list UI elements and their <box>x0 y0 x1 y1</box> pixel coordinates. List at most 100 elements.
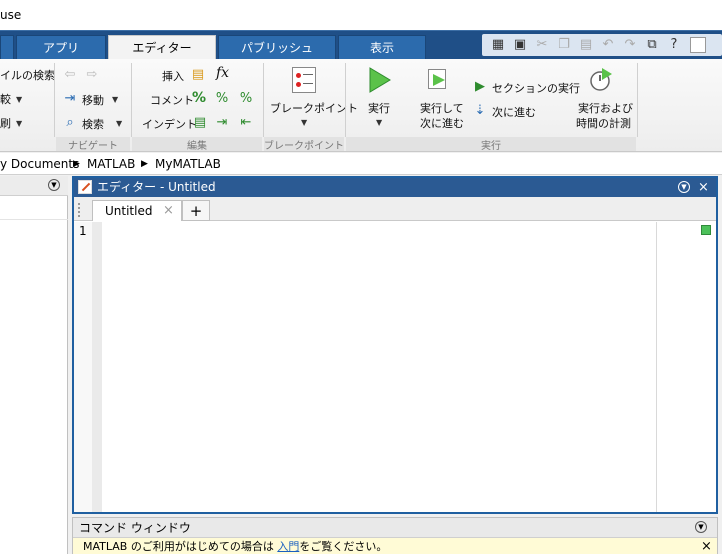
command-window: コマンド ウィンドウ ▼ MATLAB のご利用がはじめての場合は 入門をご覧く… <box>72 517 718 554</box>
tab-label: アプリ <box>42 41 79 55</box>
run-section-button[interactable]: セクションの実行 <box>492 80 580 96</box>
run-advance-label-2[interactable]: 次に進む <box>420 115 464 131</box>
find-button[interactable]: 検索 <box>82 116 104 132</box>
command-window-menu-icon[interactable]: ▼ <box>695 521 707 533</box>
paste-icon[interactable]: ▤ <box>578 37 594 53</box>
quick-access-toolbar: ▦ ▣ ✂ ❐ ▤ ↶ ↷ ⧉ ? <box>482 34 722 56</box>
group-separator <box>345 63 346 137</box>
decrease-indent-icon[interactable]: ⇤ <box>238 115 254 131</box>
switch-window-icon[interactable]: ⧉ <box>644 37 660 53</box>
tab-label: 表示 <box>369 41 394 55</box>
tab-publish[interactable]: パブリッシュ <box>218 35 336 59</box>
tab-editor[interactable]: エディター <box>108 35 216 60</box>
group-separator <box>263 63 264 137</box>
tab-apps[interactable]: アプリ <box>16 35 106 59</box>
navigate-group-label: ナビゲート <box>56 137 130 152</box>
run-time-label-2[interactable]: 時間の計測 <box>576 115 631 131</box>
tab-view[interactable]: 表示 <box>338 35 426 59</box>
advance-button[interactable]: 次に進む <box>492 104 536 120</box>
save-icon[interactable]: ▣ <box>512 37 528 53</box>
path-separator-icon[interactable]: ▶ <box>141 153 148 175</box>
tab-drag-handle-icon[interactable] <box>78 203 80 217</box>
search-icon: ⌕ <box>66 115 74 130</box>
insert-section-icon[interactable]: ▤ <box>190 67 206 83</box>
run-and-time-icon[interactable] <box>588 66 614 92</box>
path-segment[interactable]: MyMATLAB <box>155 153 221 175</box>
find-files-button[interactable]: イルの検索 <box>0 67 55 83</box>
indent-button[interactable]: インデント <box>142 116 197 132</box>
editor-header: エディター - Untitled ▼ × <box>74 178 716 197</box>
run-and-advance-icon <box>426 67 450 91</box>
panel-header: ▼ <box>0 176 68 196</box>
uncomment-icon[interactable]: % <box>214 91 230 107</box>
code-analyzer-status-icon[interactable] <box>701 225 711 235</box>
edit-group-label: 編集 <box>132 137 262 152</box>
group-separator <box>131 63 132 137</box>
back-arrow-icon[interactable]: ⇦ <box>62 67 78 83</box>
list-item[interactable] <box>0 196 68 220</box>
editor-window: エディター - Untitled ▼ × Untitled × + 1 <box>72 176 718 514</box>
wrap-comment-icon[interactable]: % <box>238 91 254 107</box>
forward-arrow-icon[interactable]: ⇨ <box>84 67 100 83</box>
editor-tabs: Untitled × + <box>74 197 716 221</box>
goto-icon: ⇥ <box>64 91 76 106</box>
group-separator <box>54 63 55 137</box>
help-icon[interactable]: ? <box>666 37 682 53</box>
editor-menu-icon[interactable]: ▼ <box>678 181 690 193</box>
advance-icon: ⇣ <box>474 103 486 118</box>
close-icon[interactable]: × <box>698 178 709 197</box>
redo-icon[interactable]: ↷ <box>622 37 638 53</box>
cut-icon[interactable]: ✂ <box>534 37 550 53</box>
notice-suffix: をご覧ください。 <box>299 540 388 553</box>
print-caret-icon[interactable]: ▼ <box>16 119 22 128</box>
layout-icon[interactable]: ▦ <box>490 37 506 53</box>
path-separator-icon[interactable]: ▶ <box>73 153 80 175</box>
breakpoints-icon <box>292 67 316 93</box>
line-number: 1 <box>79 224 87 238</box>
file-tab-label: Untitled <box>105 204 153 218</box>
undo-icon[interactable]: ↶ <box>600 37 616 53</box>
fx-button[interactable]: fx <box>216 65 229 81</box>
notice-text: MATLAB のご利用がはじめての場合は 入門をご覧ください。 <box>83 538 387 554</box>
current-folder-panel: ▼ <box>0 176 68 554</box>
comment-button[interactable]: コメント <box>150 92 194 108</box>
increase-indent-icon[interactable]: ⇥ <box>214 115 230 131</box>
goto-caret-icon[interactable]: ▼ <box>112 95 118 104</box>
search-docs-input[interactable] <box>690 37 706 53</box>
new-tab-button[interactable]: + <box>182 200 210 221</box>
tab-label: エディター <box>132 41 192 55</box>
getting-started-link[interactable]: 入門 <box>277 540 299 553</box>
goto-button[interactable]: 移動 <box>82 92 104 108</box>
editor-app-icon <box>78 180 92 194</box>
print-button[interactable]: 刷 <box>0 115 11 131</box>
ribbon-tabstrip: アプリ エディター パブリッシュ 表示 ▦ ▣ ✂ ❐ ▤ ↶ ↷ ⧉ ? <box>0 31 722 60</box>
run-section-icon: ▶ <box>475 79 485 94</box>
tab-untitled[interactable]: Untitled × <box>92 200 182 221</box>
command-window-header: コマンド ウィンドウ ▼ <box>73 518 717 538</box>
run-advance-label-1[interactable]: 実行して <box>420 100 464 116</box>
run-icon[interactable] <box>368 67 392 93</box>
run-time-label-1[interactable]: 実行および <box>578 100 633 116</box>
close-tab-icon[interactable]: × <box>163 201 174 221</box>
compare-button[interactable]: 較 <box>0 91 11 107</box>
run-button[interactable]: 実行 <box>368 100 390 116</box>
current-folder-bar: y Documents ▶ MATLAB ▶ MyMATLAB <box>0 153 722 175</box>
run-caret-icon[interactable]: ▼ <box>376 118 382 127</box>
path-segment[interactable]: y Documents <box>0 153 79 175</box>
insert-button[interactable]: 挿入 <box>162 68 184 84</box>
tab-label: パブリッシュ <box>240 41 313 55</box>
smart-indent-icon[interactable]: ▤ <box>192 115 208 131</box>
path-segment[interactable]: MATLAB <box>87 153 135 175</box>
comment-percent-icon[interactable]: % <box>192 90 206 106</box>
window-title: use <box>0 8 22 22</box>
copy-icon[interactable]: ❐ <box>556 37 572 53</box>
group-separator <box>637 63 638 137</box>
close-notice-icon[interactable]: × <box>701 538 712 554</box>
panel-menu-icon[interactable]: ▼ <box>48 179 60 191</box>
compare-caret-icon[interactable]: ▼ <box>16 95 22 104</box>
code-area[interactable]: 1 <box>74 222 716 512</box>
breakpoints-caret-icon[interactable]: ▼ <box>301 118 307 127</box>
title-bar: use <box>0 0 722 31</box>
find-caret-icon[interactable]: ▼ <box>116 119 122 128</box>
tab-home-partial[interactable] <box>0 35 14 59</box>
